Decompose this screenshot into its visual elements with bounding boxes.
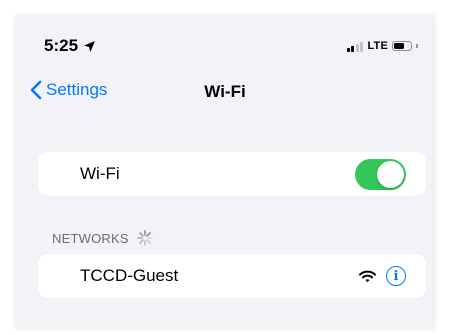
signal-bar — [360, 41, 364, 52]
spinner-spoke — [145, 239, 151, 244]
network-type-label: LTE — [367, 40, 388, 52]
status-time: 5:25 — [44, 36, 96, 56]
battery-fill — [394, 43, 404, 49]
signal-bar — [355, 43, 359, 52]
spinner-spoke — [145, 232, 151, 237]
network-accessories: i — [359, 266, 406, 286]
wifi-toggle-row: Wi-Fi — [38, 152, 426, 196]
status-time-text: 5:25 — [44, 36, 79, 55]
wifi-icon — [359, 270, 376, 282]
status-indicators: LTE — [346, 40, 418, 52]
network-name: TCCD-Guest — [80, 266, 179, 285]
phone-screen: 5:25 LTE Settings Wi-Fi Wi-Fi NETWORKS T… — [16, 16, 434, 328]
spinner-spoke — [138, 232, 144, 237]
wifi-toggle-switch[interactable] — [355, 158, 406, 190]
location-arrow-icon — [84, 40, 96, 52]
list-item[interactable]: TCCD-Guest i — [38, 254, 426, 298]
info-icon[interactable]: i — [386, 266, 406, 286]
signal-strength-icon — [346, 41, 364, 52]
networks-list: TCCD-Guest i — [38, 254, 426, 298]
networks-header-label: NETWORKS — [52, 230, 129, 246]
battery-cap — [416, 44, 418, 48]
toggle-knob — [377, 160, 404, 188]
wifi-toggle-label: Wi-Fi — [80, 164, 120, 183]
loading-spinner-icon — [136, 230, 153, 246]
battery-icon — [392, 41, 412, 51]
signal-bar — [351, 45, 355, 52]
spinner-spoke — [138, 239, 144, 244]
networks-section-header: NETWORKS — [52, 230, 153, 246]
page-title: Wi-Fi — [204, 82, 246, 101]
signal-bar — [346, 47, 350, 52]
wifi-toggle-group: Wi-Fi — [38, 152, 426, 196]
